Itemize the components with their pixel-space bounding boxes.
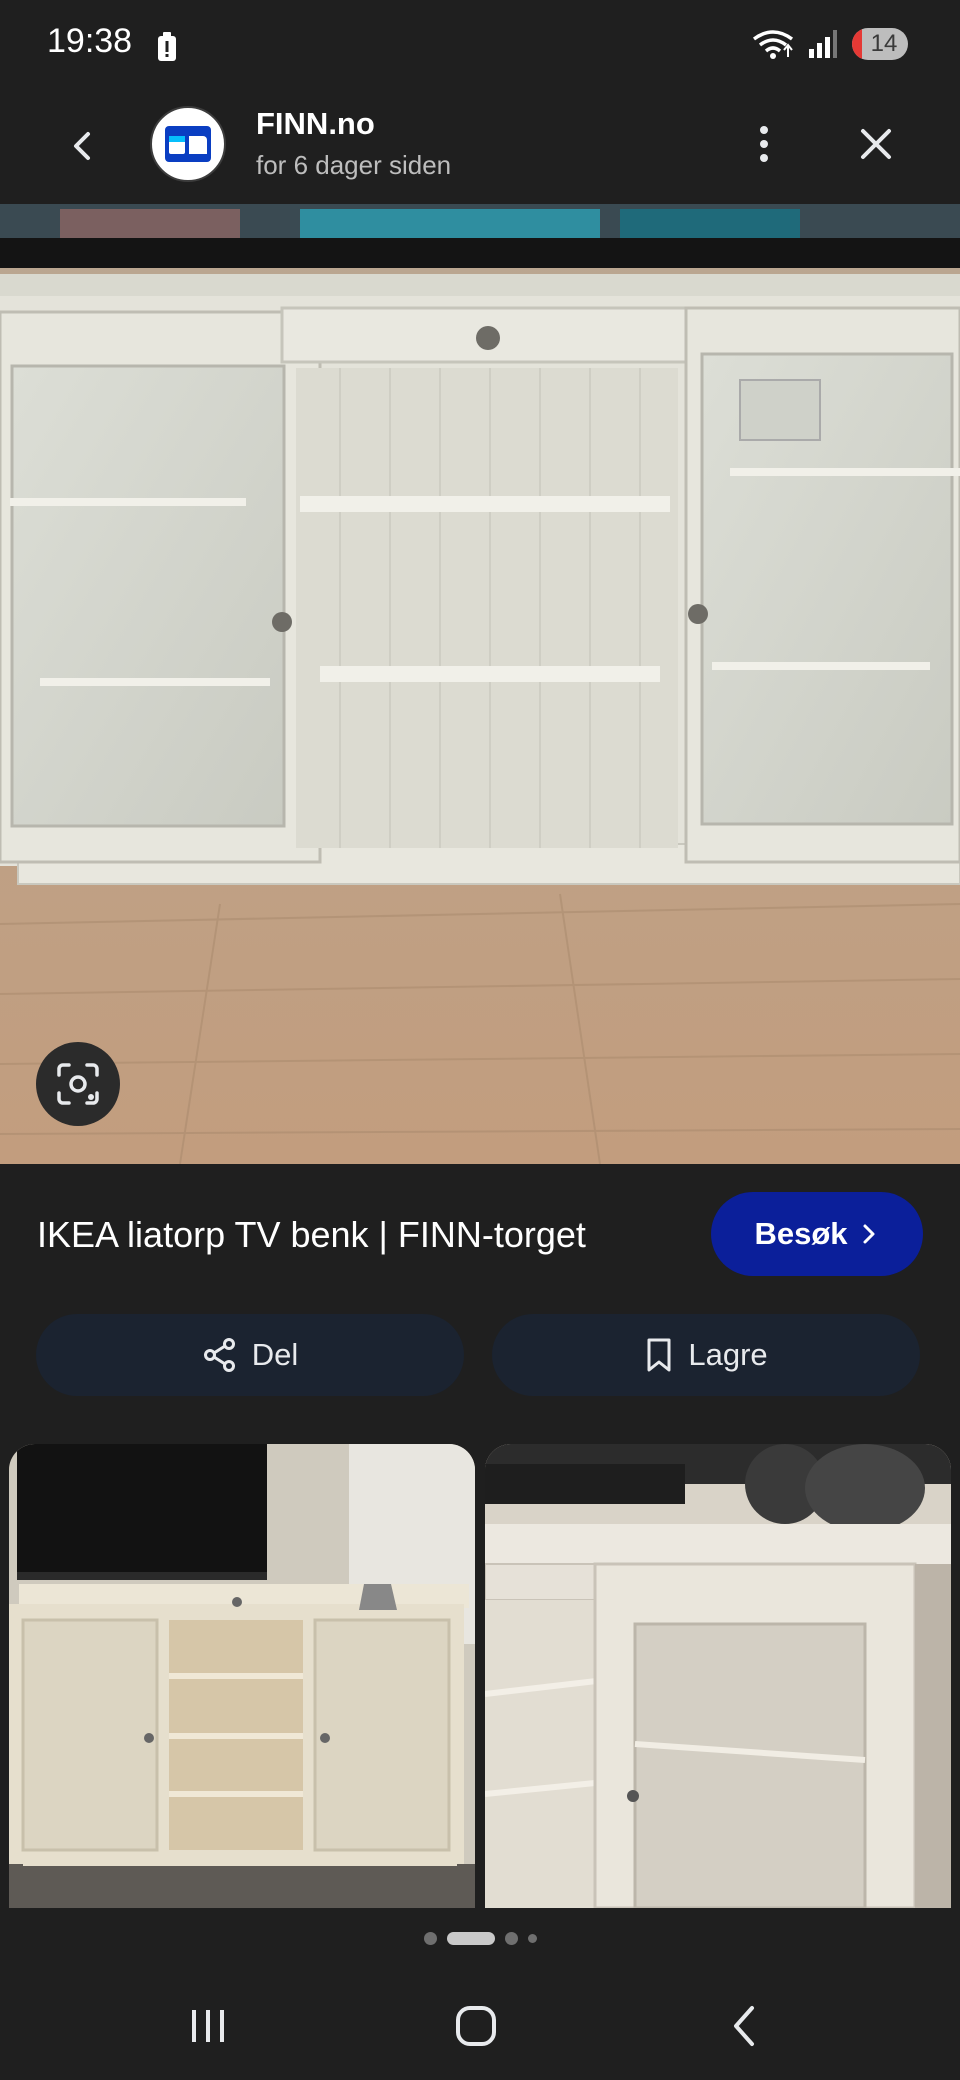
- posted-time: for 6 dager siden: [256, 150, 452, 180]
- recents-icon[interactable]: [178, 1996, 238, 2056]
- carousel-dot-active[interactable]: [446, 1931, 495, 1945]
- signal-icon: [809, 30, 837, 58]
- save-button[interactable]: Lagre: [492, 1314, 920, 1396]
- save-label: Lagre: [688, 1337, 768, 1372]
- home-icon[interactable]: [446, 1996, 506, 2056]
- related-image-1[interactable]: [9, 1444, 475, 1908]
- result-title-row: IKEA liatorp TV benk | FINN-torget Besøk: [0, 1164, 960, 1304]
- battery-alert-icon: [158, 32, 176, 61]
- lens-button[interactable]: [36, 1042, 120, 1126]
- carousel-dot[interactable]: [527, 1933, 537, 1943]
- back-icon[interactable]: [60, 122, 108, 170]
- system-nav-bar: [0, 1968, 960, 2080]
- finn-logo-icon: [165, 126, 211, 162]
- battery-low-fill: [852, 28, 862, 60]
- share-icon: [203, 1338, 235, 1372]
- related-photo-2: [485, 1444, 951, 1908]
- status-time: 19:38: [47, 22, 133, 60]
- wifi-icon: [752, 30, 794, 59]
- site-name[interactable]: FINN.no: [256, 106, 375, 142]
- bookmark-icon: [647, 1338, 671, 1372]
- carousel-dot[interactable]: [504, 1931, 518, 1945]
- carousel-indicator: [0, 1928, 960, 1948]
- close-icon[interactable]: [852, 120, 900, 168]
- status-bar: 19:38 14: [0, 0, 960, 86]
- lens-result-header: FINN.no for 6 dager siden: [0, 86, 960, 204]
- related-photo-1: [9, 1444, 475, 1908]
- share-label: Del: [251, 1337, 299, 1372]
- related-image-2[interactable]: [485, 1444, 951, 1908]
- nav-back-icon[interactable]: [716, 1996, 776, 2056]
- tv-bench-photo: [0, 204, 960, 1164]
- lens-icon: [57, 1063, 99, 1105]
- visit-label: Besøk: [754, 1216, 848, 1251]
- visit-button[interactable]: Besøk: [711, 1192, 923, 1276]
- result-title[interactable]: IKEA liatorp TV benk | FINN-torget: [37, 1214, 586, 1256]
- battery-level: 14: [870, 30, 898, 57]
- more-vert-icon[interactable]: [740, 120, 788, 168]
- hero-image[interactable]: [0, 204, 960, 1164]
- site-favicon[interactable]: [150, 106, 226, 182]
- chevron-right-icon: [863, 1224, 875, 1244]
- share-button[interactable]: Del: [36, 1314, 464, 1396]
- carousel-dot[interactable]: [423, 1931, 437, 1945]
- battery-indicator: 14: [852, 28, 908, 60]
